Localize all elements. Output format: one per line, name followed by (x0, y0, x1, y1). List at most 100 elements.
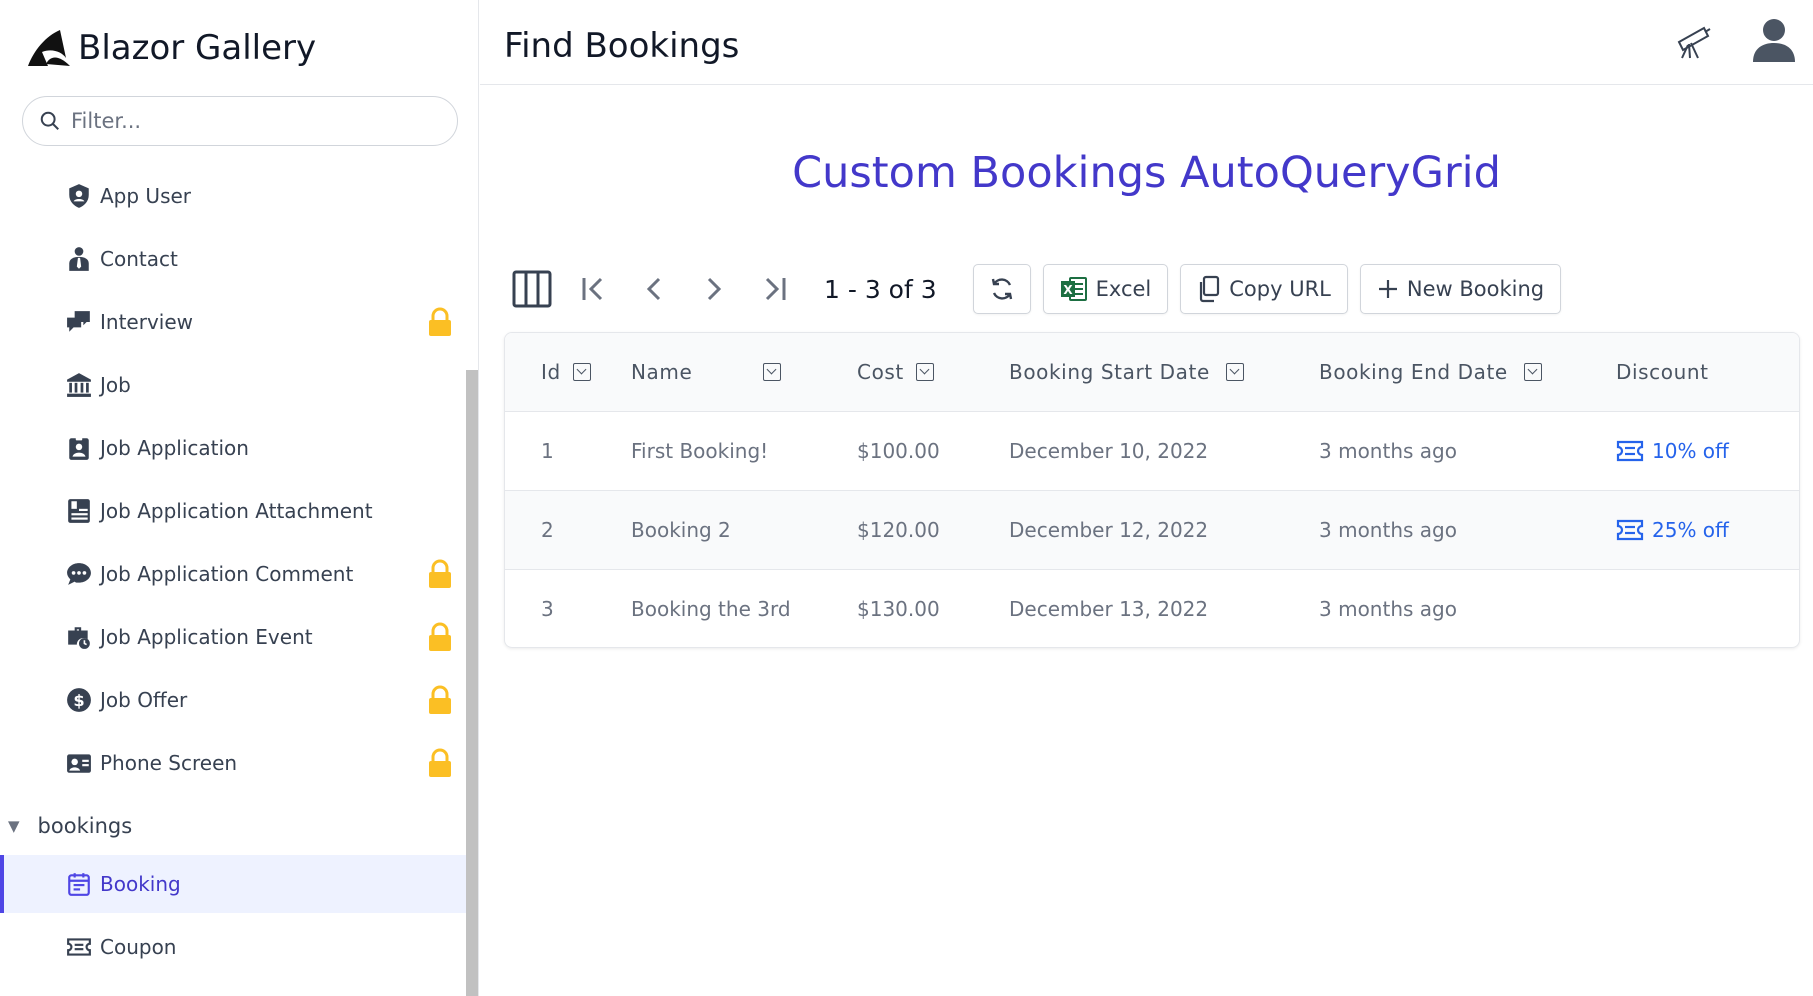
last-page-button[interactable] (754, 274, 794, 304)
sidebar-item-phone-screen[interactable]: Phone Screen (0, 734, 467, 792)
discount-link[interactable]: 25% off (1652, 518, 1729, 542)
first-page-button[interactable] (574, 274, 614, 304)
cell-cost: $130.00 (857, 596, 940, 621)
cell-start-date: December 10, 2022 (1009, 438, 1209, 463)
cell-discount[interactable]: 25% off (1616, 490, 1799, 569)
cell-end-date: 3 months ago (1319, 517, 1457, 542)
table-row[interactable]: 1 First Booking! $100.00 December 10, 20… (505, 411, 1799, 490)
cell-name: Booking 2 (631, 517, 731, 542)
lock-icon (429, 307, 451, 336)
column-header-name[interactable]: Name (631, 333, 857, 411)
sidebar-item-label: Phone Screen (100, 751, 238, 775)
sidebar-item-interview[interactable]: Interview (0, 293, 467, 351)
sidebar-item-label: Job (100, 373, 131, 397)
cell-end-date: 3 months ago (1319, 438, 1457, 463)
last-page-icon (765, 277, 786, 301)
excel-icon: X (1060, 277, 1087, 301)
table-row[interactable]: 3 Booking the 3rd $130.00 December 13, 2… (505, 569, 1799, 647)
sidebar-scrollbar[interactable] (466, 370, 478, 996)
brand-title: Blazor Gallery (78, 28, 317, 68)
sidebar-item-job-offer[interactable]: $ Job Offer (0, 671, 467, 729)
caret-down-icon: ▼ (8, 817, 20, 835)
columns-icon (512, 270, 552, 308)
refresh-button[interactable] (972, 264, 1031, 314)
column-header-discount[interactable]: Discount (1616, 333, 1799, 411)
cell-name: First Booking! (631, 438, 769, 463)
calendar-icon (64, 869, 94, 899)
briefcase-clock-icon (64, 622, 94, 652)
sidebar-item-job[interactable]: Job (0, 356, 467, 414)
svg-text:$: $ (73, 691, 84, 710)
sidebar-item-label: Job Application (100, 436, 249, 460)
new-booking-button[interactable]: New Booking (1359, 264, 1562, 314)
person-tie-icon (64, 244, 94, 274)
sidebar-item-booking[interactable]: Booking (0, 855, 467, 913)
contact-card-icon (64, 748, 94, 778)
brand[interactable]: Blazor Gallery (26, 24, 316, 72)
cell-start-date: December 13, 2022 (1009, 596, 1209, 621)
lock-icon (429, 685, 451, 714)
sidebar-item-job-application[interactable]: Job Application (0, 419, 467, 477)
id-badge-icon (64, 433, 94, 463)
cell-name: Booking the 3rd (631, 596, 791, 621)
cell-id: 2 (541, 517, 554, 542)
blazor-logo-icon (28, 30, 70, 66)
cell-end-date: 3 months ago (1319, 596, 1457, 621)
ticket-icon (1616, 519, 1644, 540)
cell-discount[interactable]: 10% off (1616, 411, 1799, 490)
column-header-booking-start-date[interactable]: Booking Start Date (1009, 333, 1319, 411)
table-row[interactable]: 2 Booking 2 $120.00 December 12, 2022 3 … (505, 490, 1799, 569)
copy-url-button[interactable]: Copy URL (1180, 264, 1348, 314)
chevron-right-icon (707, 277, 722, 301)
sidebar-item-job-application-attachment[interactable]: Job Application Attachment (0, 482, 467, 540)
sidebar-group-label: bookings (37, 814, 133, 838)
filter-icon[interactable] (763, 362, 781, 381)
sidebar-group-bookings[interactable]: ▼ bookings (0, 806, 132, 846)
prev-page-button[interactable] (634, 274, 674, 304)
sidebar-item-label: Booking (100, 872, 181, 896)
filter-icon[interactable] (1523, 362, 1542, 381)
sidebar-item-job-application-comment[interactable]: Job Application Comment (0, 545, 467, 603)
new-booking-label: New Booking (1406, 277, 1545, 301)
lock-icon (429, 622, 451, 651)
filter-icon[interactable] (1225, 362, 1244, 381)
cell-cost: $120.00 (857, 517, 940, 542)
ticket-icon (1616, 440, 1644, 461)
sidebar-item-coupon[interactable]: Coupon (0, 918, 467, 976)
excel-button[interactable]: X Excel (1042, 264, 1169, 314)
page-title: Find Bookings (504, 26, 740, 66)
svg-text:X: X (1063, 283, 1073, 297)
column-header-cost[interactable]: Cost (857, 333, 1009, 411)
column-header-id[interactable]: Id (505, 333, 631, 411)
telescope-icon[interactable] (1674, 22, 1714, 62)
user-avatar-icon[interactable] (1751, 16, 1797, 62)
copy-icon (1200, 275, 1220, 303)
sidebar-item-job-application-event[interactable]: Job Application Event (0, 608, 467, 666)
filter-icon[interactable] (915, 362, 934, 381)
chat-bubbles-icon (64, 307, 94, 337)
lock-icon (429, 748, 451, 777)
grid-toolbar: 1 - 3 of 3 X Excel Copy URL New Booking (510, 262, 1573, 316)
bookings-table: Id Name Cost Booking Start Date Booking … (504, 332, 1800, 648)
sidebar-item-label: Job Application Comment (100, 562, 354, 586)
sidebar-item-label: Job Application Attachment (100, 499, 373, 523)
sidebar-item-label: Job Application Event (100, 625, 313, 649)
column-header-booking-end-date[interactable]: Booking End Date (1319, 333, 1616, 411)
ticket-icon (64, 932, 94, 962)
plus-icon (1378, 280, 1397, 298)
pager-text: 1 - 3 of 3 (824, 274, 937, 304)
chevron-left-icon (646, 277, 661, 301)
filter-icon[interactable] (572, 362, 591, 381)
discount-link[interactable]: 10% off (1652, 439, 1729, 463)
sidebar-item-app-user[interactable]: App User (0, 167, 467, 225)
cell-discount (1616, 569, 1799, 647)
filter-box (22, 96, 458, 146)
next-page-button[interactable] (694, 274, 734, 304)
sidebar-item-contact[interactable]: Contact (0, 230, 467, 288)
first-page-icon (582, 277, 603, 301)
filter-input[interactable] (71, 109, 431, 133)
cell-start-date: December 12, 2022 (1009, 517, 1209, 542)
columns-button[interactable] (510, 268, 554, 310)
cell-cost: $100.00 (857, 438, 940, 463)
search-icon (40, 111, 59, 130)
